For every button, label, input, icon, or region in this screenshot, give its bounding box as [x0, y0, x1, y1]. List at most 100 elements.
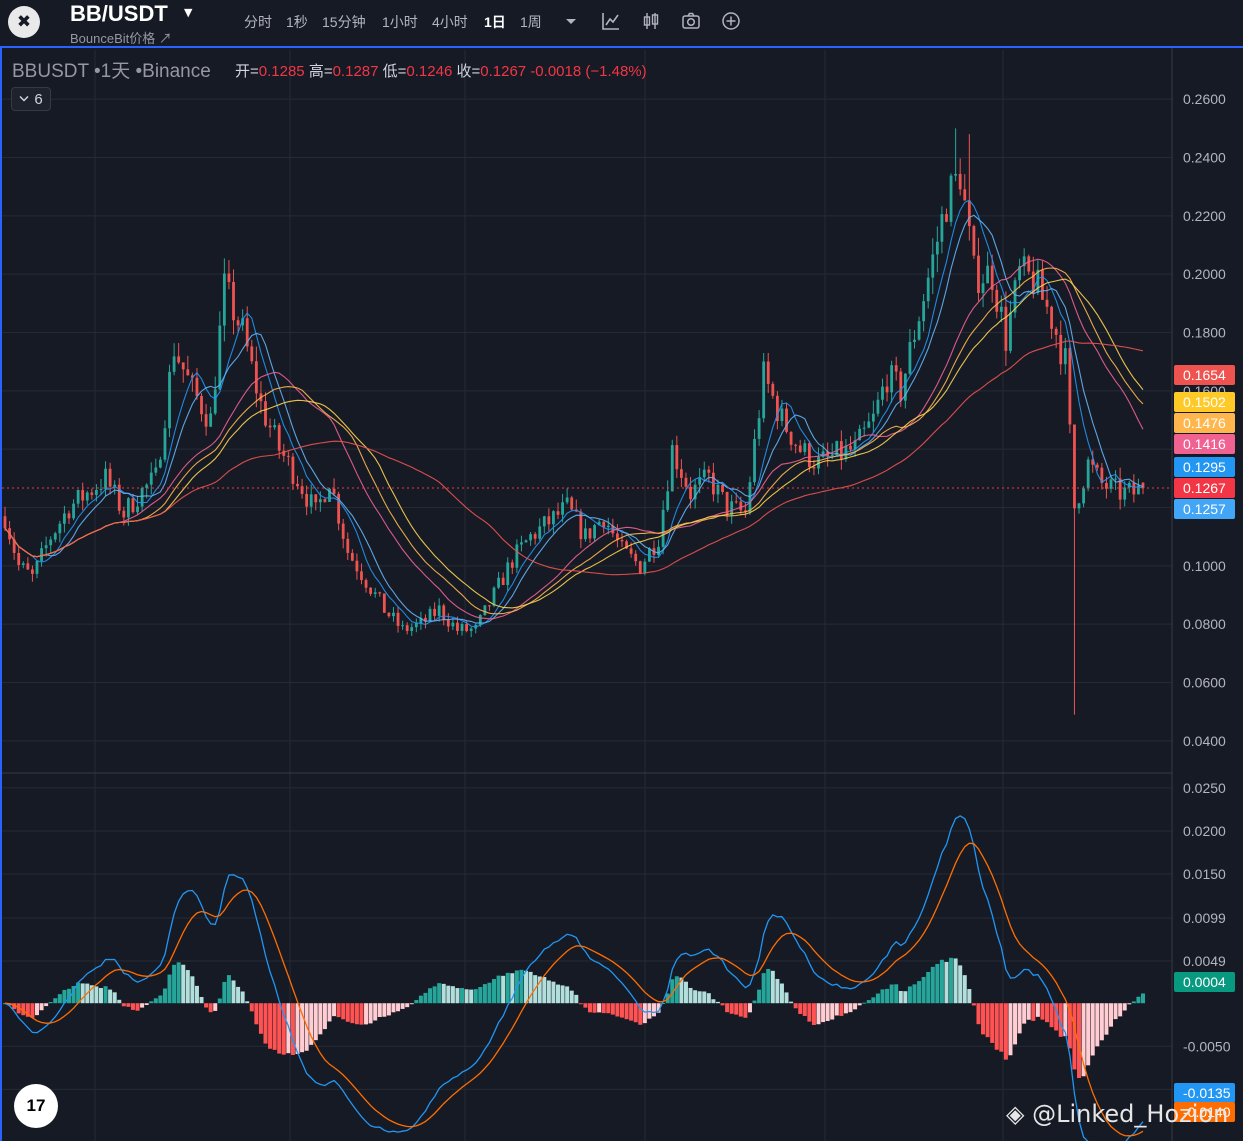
timeframe-1d[interactable]: 1日	[484, 12, 506, 32]
candle-body	[689, 486, 692, 500]
candle-body	[497, 577, 500, 588]
symbol-subtitle-link[interactable]: BounceBit价格 ↗	[70, 28, 172, 47]
candle-body	[862, 427, 866, 429]
symbol-dropdown-icon[interactable]: ▼	[184, 6, 192, 19]
macd-histogram-bar	[624, 1003, 629, 1020]
candle-body	[935, 241, 939, 255]
watermark: ◈ @Linked_Hozion	[1006, 1100, 1228, 1128]
macd-histogram-bar	[761, 973, 766, 1004]
candle-body	[584, 528, 587, 540]
ma-line-30	[4, 267, 1144, 615]
candle-body	[675, 445, 679, 470]
macd-histogram-bar	[1049, 1003, 1054, 1028]
price-tick-label: 0.0400	[1183, 733, 1226, 749]
price-tick-label: 0.2600	[1183, 91, 1226, 107]
candle-body	[209, 413, 213, 427]
macd-histogram-bar	[1017, 1003, 1022, 1034]
macd-histogram-bar	[1040, 1003, 1045, 1020]
candles-icon[interactable]	[640, 10, 662, 32]
chart-type-icon[interactable]	[600, 10, 622, 32]
candle-body	[606, 525, 610, 528]
symbol-title[interactable]: BB/USDT	[70, 1, 168, 27]
macd-histogram-bar	[487, 982, 492, 1004]
candle-body	[433, 608, 437, 616]
timeframe-1h[interactable]: 1小时	[382, 12, 418, 32]
timeframe-1w[interactable]: 1周	[520, 12, 542, 32]
macd-histogram-bar	[953, 958, 958, 1004]
candle-body	[949, 175, 953, 222]
macd-histogram-bar	[834, 1003, 839, 1016]
tradingview-logo[interactable]: 17	[14, 1084, 58, 1128]
candle-body	[871, 413, 875, 422]
candle-body	[1050, 306, 1053, 329]
macd-histogram-bar	[1072, 1003, 1077, 1070]
macd-histogram-bar	[34, 1003, 39, 1016]
candle-body	[442, 605, 446, 620]
timeframe-1s[interactable]: 1秒	[286, 12, 308, 32]
candle-body	[401, 625, 405, 627]
macd-histogram-bar	[930, 966, 935, 1004]
candle-body	[168, 371, 171, 429]
candle-body	[163, 428, 167, 460]
ma-line-25	[4, 258, 1144, 620]
macd-histogram-bar	[862, 1002, 867, 1004]
macd-histogram-bar	[729, 1003, 734, 1014]
candle-body	[44, 545, 48, 549]
macd-histogram-bar	[981, 1003, 986, 1035]
candle-body	[483, 605, 487, 616]
candle-body	[428, 608, 432, 622]
macd-histogram-bar	[907, 986, 912, 1004]
add-icon[interactable]	[720, 10, 742, 32]
candle-body	[58, 523, 62, 534]
price-chart[interactable]: 0.26000.24000.22000.20000.18000.16000.14…	[0, 48, 1243, 1141]
candle-body	[593, 525, 596, 539]
macd-histogram-bar	[185, 970, 190, 1004]
macd-histogram-bar	[766, 968, 771, 1004]
candle-body	[643, 561, 647, 574]
macd-histogram-bar	[30, 1003, 35, 1018]
macd-histogram-bar	[725, 1003, 730, 1013]
candle-body	[67, 513, 71, 519]
candle-body	[803, 443, 807, 452]
candle-body	[488, 605, 491, 607]
macd-histogram-bar	[688, 987, 693, 1004]
candle-body	[268, 425, 272, 428]
macd-histogram-bar	[236, 986, 241, 1004]
price-axis: 0.26000.24000.22000.20000.18000.16000.14…	[1183, 91, 1231, 1097]
macd-histogram-bar	[958, 965, 963, 1004]
macd-histogram-bar	[464, 989, 469, 1004]
timeframe-realtime[interactable]: 分时	[244, 12, 272, 32]
macd-histogram-bar	[482, 984, 487, 1004]
candle-body	[757, 418, 761, 439]
candle-body	[748, 482, 752, 513]
macd-histogram-bar	[720, 1003, 725, 1006]
candle-body	[588, 528, 592, 539]
candle-body	[940, 214, 944, 242]
candle-body	[360, 571, 363, 581]
candle-body	[798, 445, 802, 452]
candle-body	[1095, 464, 1099, 468]
macd-tick-label: 0.0150	[1183, 866, 1226, 882]
exchange-logo[interactable]: ✖	[8, 6, 40, 38]
candle-body	[227, 273, 231, 282]
candle-body	[753, 438, 756, 483]
macd-histogram-bar	[853, 1003, 858, 1010]
timeframe-15m[interactable]: 15分钟	[322, 12, 366, 32]
timeframe-4h[interactable]: 4小时	[432, 12, 468, 32]
macd-histogram-bar	[295, 1003, 300, 1055]
macd-histogram-bar	[1127, 1003, 1132, 1005]
macd-histogram-bar	[546, 980, 551, 1004]
macd-histogram-bar	[57, 994, 62, 1004]
macd-histogram-bar	[606, 1003, 611, 1014]
chevron-down-icon[interactable]	[560, 10, 582, 32]
candle-body	[789, 431, 793, 445]
macd-histogram-bar	[162, 988, 167, 1004]
macd-histogram-bar	[889, 984, 894, 1004]
macd-histogram-bar	[386, 1003, 391, 1016]
camera-icon[interactable]	[680, 10, 702, 32]
macd-histogram-bar	[505, 972, 510, 1004]
macd-histogram-bar	[990, 1003, 995, 1043]
candle-body	[204, 414, 208, 427]
indicators-toggle[interactable]: 6	[11, 87, 51, 111]
macd-histogram-bar	[898, 991, 903, 1004]
